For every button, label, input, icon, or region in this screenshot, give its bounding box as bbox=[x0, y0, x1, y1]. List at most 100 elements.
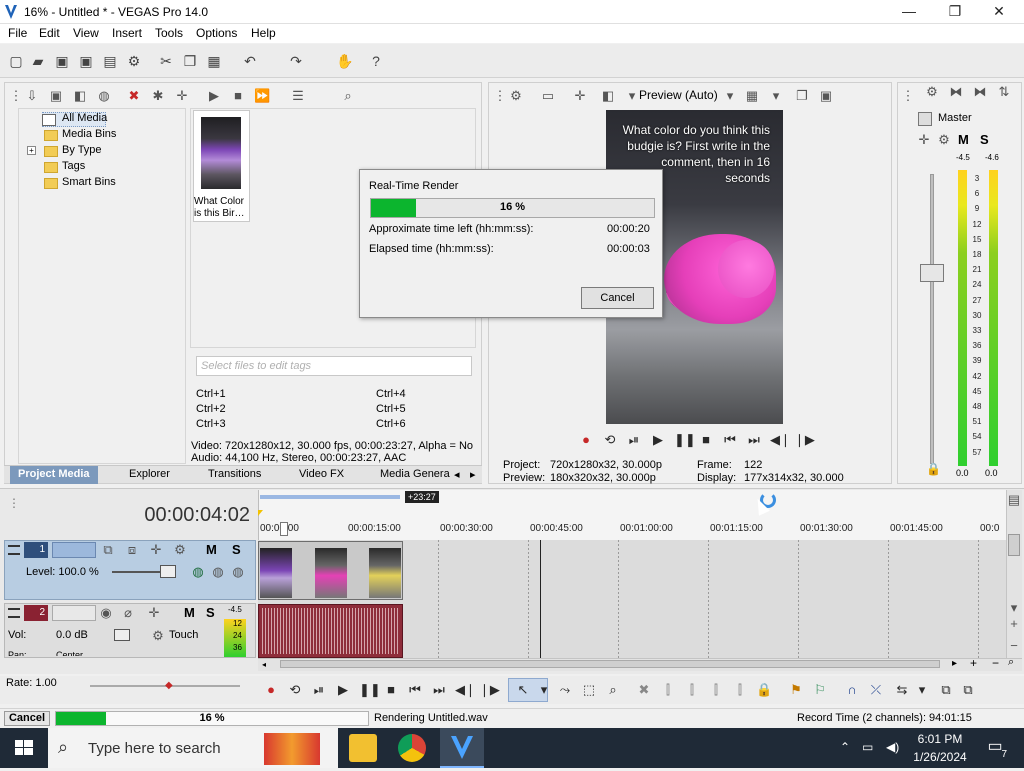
file-explorer-icon[interactable] bbox=[349, 734, 377, 762]
notifications-icon[interactable]: ▭ 7 bbox=[983, 736, 1007, 760]
vertical-scroll-thumb[interactable] bbox=[1008, 534, 1020, 556]
horizontal-scroll-thumb[interactable] bbox=[280, 660, 940, 668]
selection-tool-icon[interactable]: ⬚ bbox=[581, 682, 597, 698]
copy-snapshot-icon[interactable]: ❐ bbox=[794, 88, 810, 104]
close-button[interactable]: ✕ bbox=[976, 0, 1022, 24]
render-as-icon[interactable]: ▤ bbox=[102, 53, 118, 69]
tab-explorer[interactable]: Explorer bbox=[129, 468, 170, 480]
trim-icon[interactable]: ⫿ bbox=[660, 682, 676, 698]
copy-icon[interactable]: ❐ bbox=[182, 53, 198, 69]
delete-icon[interactable]: ✖ bbox=[636, 682, 652, 698]
scroll-right-icon[interactable]: ▸ bbox=[952, 658, 957, 669]
audio-track-name-field[interactable] bbox=[52, 605, 96, 621]
loop-playback-icon[interactable]: ⟲ bbox=[602, 432, 618, 448]
zoom-out-vertical-icon[interactable]: − bbox=[1006, 638, 1022, 654]
zoom-tool-icon[interactable]: ⌕ bbox=[605, 682, 621, 698]
level-slider-handle[interactable] bbox=[160, 565, 176, 578]
tree-item-by-type[interactable]: By Type bbox=[62, 144, 102, 156]
pause-icon[interactable]: ❚❚ bbox=[359, 682, 381, 698]
loop-start-marker[interactable] bbox=[258, 510, 263, 516]
next-frame-icon[interactable]: ❘▶ bbox=[479, 682, 500, 698]
insert-marker-icon[interactable]: ⚑ bbox=[788, 682, 804, 698]
parent-composite-icon[interactable]: ◍ bbox=[210, 564, 226, 580]
pause-icon[interactable]: ❚❚ bbox=[674, 432, 696, 448]
go-to-end-icon[interactable]: ⏭ bbox=[431, 682, 447, 698]
video-solo-button[interactable]: S bbox=[232, 542, 241, 557]
network-icon[interactable]: ▭ bbox=[862, 740, 873, 754]
capture-video-icon[interactable]: ▣ bbox=[48, 88, 64, 104]
tab-scroll-right-icon[interactable]: ▸ bbox=[470, 468, 476, 481]
invert-phase-icon[interactable]: ⌀ bbox=[120, 605, 136, 621]
go-to-start-icon[interactable]: ⏮ bbox=[407, 682, 423, 698]
tree-item-all-media[interactable]: All Media bbox=[62, 112, 107, 124]
menu-file[interactable]: File bbox=[8, 26, 27, 40]
redo-icon[interactable]: ↷ bbox=[288, 53, 304, 69]
tab-scroll-left-icon[interactable]: ◂ bbox=[454, 468, 460, 481]
save-snapshot-icon[interactable]: ▣ bbox=[818, 88, 834, 104]
media-fx-icon[interactable]: ✱ bbox=[150, 88, 166, 104]
play-icon[interactable]: ▶ bbox=[650, 432, 666, 448]
play-from-start-icon[interactable]: ⏯ bbox=[626, 432, 642, 448]
ripple-edit-icon[interactable]: ⇆ bbox=[894, 682, 910, 698]
cut-icon[interactable]: ✂ bbox=[158, 53, 174, 69]
get-media-web-icon[interactable]: ◍ bbox=[96, 88, 112, 104]
lock-event-icon[interactable]: 🔒 bbox=[756, 682, 772, 698]
track-minimize-icon[interactable] bbox=[8, 608, 20, 618]
previous-frame-icon[interactable]: ◀❘ bbox=[455, 682, 476, 698]
previous-frame-icon[interactable]: ◀❘ bbox=[770, 432, 791, 448]
automation-gear-icon[interactable]: ⚙ bbox=[150, 628, 166, 644]
save-icon[interactable]: ▣ bbox=[54, 53, 70, 69]
tree-item-media-bins[interactable]: Media Bins bbox=[62, 128, 116, 140]
envelope-tool-icon[interactable]: ⤳ bbox=[557, 682, 573, 698]
tab-media-generators[interactable]: Media Genera bbox=[380, 468, 450, 480]
make-compositing-child-icon[interactable]: ◍ bbox=[230, 564, 246, 580]
dim-output-icon[interactable]: ⧓ bbox=[972, 84, 988, 100]
scroll-left-icon[interactable]: ◂ bbox=[262, 660, 274, 669]
lock-icon[interactable]: 🔒 bbox=[926, 462, 941, 476]
master-fx-icon[interactable] bbox=[918, 112, 932, 126]
overlays-dropdown-icon[interactable]: ▾ bbox=[768, 88, 784, 104]
audio-solo-button[interactable]: S bbox=[206, 605, 215, 620]
loop-region-bar[interactable] bbox=[260, 495, 400, 499]
start-button[interactable] bbox=[0, 728, 48, 768]
start-preview-icon[interactable]: ▶ bbox=[206, 88, 222, 104]
enable-snapping-icon[interactable]: ✋ bbox=[336, 53, 353, 69]
track-minimize-icon[interactable] bbox=[8, 545, 20, 555]
menu-insert[interactable]: Insert bbox=[112, 26, 142, 40]
undo-icon[interactable]: ↶ bbox=[242, 53, 258, 69]
video-mute-button[interactable]: M bbox=[206, 542, 217, 557]
composite-mode-icon[interactable]: ◍ bbox=[190, 564, 206, 580]
menu-edit[interactable]: Edit bbox=[39, 26, 60, 40]
master-fader-handle[interactable] bbox=[920, 264, 944, 282]
ripple-dropdown-icon[interactable]: ▾ bbox=[914, 682, 930, 698]
scroll-down-icon[interactable]: ▾ bbox=[1006, 600, 1022, 616]
minimize-button[interactable]: — bbox=[886, 0, 932, 24]
split-screen-icon[interactable]: ◧ bbox=[600, 88, 616, 104]
tag-input[interactable]: Select files to edit tags bbox=[196, 356, 472, 376]
master-mute-button[interactable]: M bbox=[958, 132, 969, 147]
zoom-out-horizontal-icon[interactable]: − bbox=[992, 656, 999, 670]
downmix-icon[interactable]: ⧓ bbox=[948, 84, 964, 100]
save-as-icon[interactable]: ▣ bbox=[78, 53, 94, 69]
volume-icon[interactable]: ◀) bbox=[886, 740, 899, 754]
new-project-icon[interactable]: ▢ bbox=[8, 53, 24, 69]
zoom-in-vertical-icon[interactable]: + bbox=[1006, 616, 1022, 632]
quality-dropdown-icon[interactable]: ▾ bbox=[722, 88, 738, 104]
volume-slider-handle[interactable] bbox=[114, 629, 130, 641]
auto-preview-icon[interactable]: ⏩ bbox=[254, 88, 270, 104]
dialog-cancel-button[interactable]: Cancel bbox=[581, 287, 654, 309]
ignore-grouping-icon[interactable]: ⧉ bbox=[960, 682, 976, 698]
track-list-menu-icon[interactable]: ▤ bbox=[1006, 492, 1022, 508]
lock-envelopes-icon[interactable]: ⧉ bbox=[938, 682, 954, 698]
audio-fx-icon[interactable]: ✛ bbox=[146, 605, 162, 621]
playhead-marker[interactable] bbox=[280, 522, 288, 536]
loop-playback-icon[interactable]: ⟲ bbox=[287, 682, 303, 698]
system-clock[interactable]: 6:01 PM 1/26/2024 bbox=[900, 730, 980, 766]
menu-view[interactable]: View bbox=[73, 26, 99, 40]
insert-region-icon[interactable]: ⚐ bbox=[812, 682, 828, 698]
status-cancel-button[interactable]: Cancel bbox=[4, 711, 50, 726]
open-folder-icon[interactable]: ▰ bbox=[30, 53, 46, 69]
next-frame-icon[interactable]: ❘▶ bbox=[794, 432, 815, 448]
normal-edit-tool-icon[interactable]: ↖ bbox=[515, 682, 531, 698]
record-icon[interactable]: ● bbox=[263, 682, 279, 698]
